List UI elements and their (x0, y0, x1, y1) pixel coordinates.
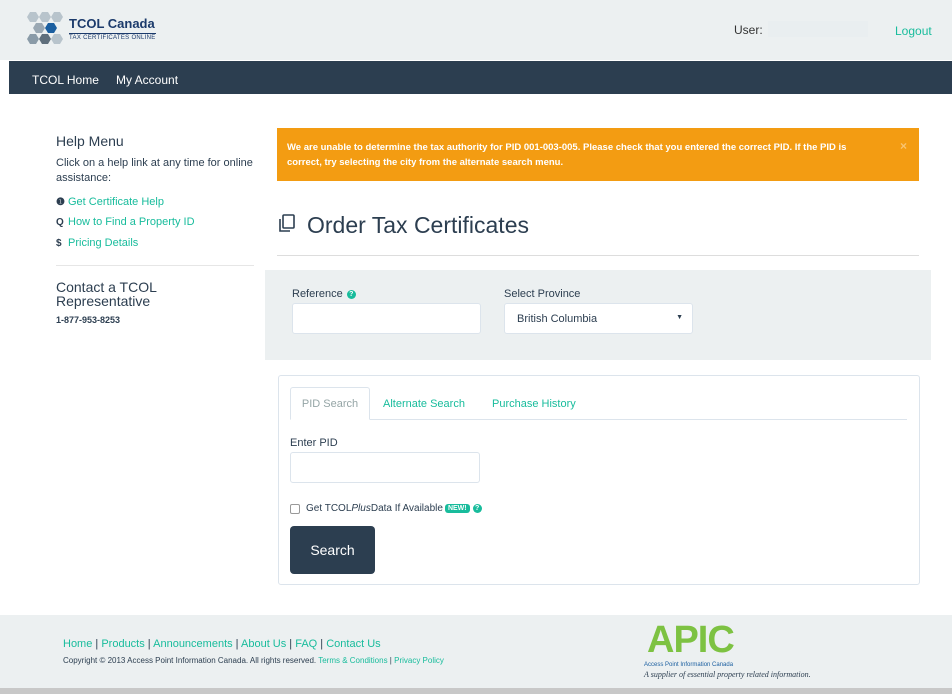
info-circle-icon: ❶ (56, 196, 65, 208)
tabs-divider (290, 419, 907, 420)
tab-purchase-history[interactable]: Purchase History (492, 398, 576, 410)
search-icon: Q (56, 216, 64, 228)
link-label: How to Find a Property ID (68, 216, 195, 228)
page-title-text: Order Tax Certificates (307, 212, 529, 238)
pricing-details-link[interactable]: $ Pricing Details (56, 237, 138, 249)
footer-link-about-us[interactable]: About Us (241, 638, 286, 650)
logo-title: TCOL Canada (69, 16, 155, 31)
checkbox-label-post: Data If Available (370, 503, 443, 514)
horizontal-scrollbar[interactable] (0, 688, 952, 694)
apic-logo: APIC (647, 619, 735, 661)
question-circle-icon[interactable]: ? (472, 504, 482, 513)
page-footer (0, 615, 952, 694)
pid-label: Enter PID (290, 437, 338, 449)
reference-label: Reference? (292, 288, 356, 300)
province-selected-value: British Columbia (517, 313, 598, 325)
page-title: Order Tax Certificates (277, 212, 529, 239)
apic-company-name: Access Point Information Canada (644, 662, 734, 668)
help-menu-description: Click on a help link at any time for onl… (56, 157, 253, 184)
tcol-plus-option: Get TCOL Plus Data If Available NEW! ? (290, 503, 482, 514)
copyright-statement: Copyright © 2013 Access Point Informatio… (63, 656, 317, 665)
contact-title: Contact a TCOL Representative (56, 279, 157, 309)
privacy-link[interactable]: Privacy Policy (394, 656, 444, 665)
main-navbar: TCOL Home My Account (9, 61, 952, 94)
footer-links: Home | Products | Announcements | About … (63, 638, 381, 650)
tab-pid-search[interactable]: PID Search (290, 387, 370, 420)
footer-link-contact-us[interactable]: Contact Us (326, 638, 380, 650)
find-property-id-link[interactable]: Q How to Find a Property ID (56, 216, 195, 228)
footer-link-products[interactable]: Products (101, 638, 144, 650)
link-label: Get Certificate Help (68, 196, 164, 208)
top-header: TCOL Canada TAX CERTIFICATES ONLINE User… (0, 0, 952, 60)
new-badge: NEW! (444, 504, 470, 513)
checkbox-label-pre: Get TCOL (306, 503, 352, 514)
nav-my-account[interactable]: My Account (116, 73, 178, 87)
get-certificate-help-link[interactable]: ❶ Get Certificate Help (56, 196, 164, 208)
close-icon[interactable]: × (900, 139, 907, 154)
tcol-logo[interactable]: TCOL Canada TAX CERTIFICATES ONLINE (25, 12, 156, 46)
user-name-redacted (768, 21, 868, 37)
copy-icon (277, 213, 299, 238)
link-label: Pricing Details (68, 237, 139, 249)
dollar-icon: $ (56, 237, 62, 249)
checkbox-label-plus: Plus (351, 503, 371, 514)
reference-input[interactable] (292, 303, 481, 334)
apic-tagline: A supplier of essential property related… (644, 670, 811, 679)
terms-link[interactable]: Terms & Conditions (318, 656, 387, 665)
footer-link-announcements[interactable]: Announcements (153, 638, 233, 650)
alert-message: We are unable to determine the tax autho… (287, 142, 847, 168)
tcol-plus-checkbox[interactable] (290, 503, 300, 514)
title-divider (277, 255, 919, 256)
sidebar-divider (56, 265, 254, 266)
copyright-text: Copyright © 2013 Access Point Informatio… (63, 656, 444, 665)
pid-input[interactable] (290, 452, 480, 483)
caret-down-icon: ▼ (676, 314, 683, 321)
warning-alert: We are unable to determine the tax autho… (277, 128, 919, 181)
contact-phone: 1-877-953-8253 (56, 315, 121, 325)
province-select[interactable]: British Columbia ▼ (504, 303, 693, 334)
province-label: Select Province (504, 288, 581, 300)
nav-tcol-home[interactable]: TCOL Home (32, 73, 99, 87)
tab-alternate-search[interactable]: Alternate Search (383, 398, 465, 410)
logout-link[interactable]: Logout (895, 24, 932, 38)
hexagon-logo-icon (25, 12, 65, 46)
help-menu-title: Help Menu (56, 133, 124, 149)
footer-link-faq[interactable]: FAQ (295, 638, 317, 650)
logo-subtitle: TAX CERTIFICATES ONLINE (69, 33, 156, 41)
user-label: User: (734, 23, 763, 37)
footer-link-home[interactable]: Home (63, 638, 92, 650)
reference-label-text: Reference (292, 288, 343, 300)
question-circle-icon[interactable]: ? (346, 289, 356, 299)
search-button[interactable]: Search (290, 526, 375, 574)
